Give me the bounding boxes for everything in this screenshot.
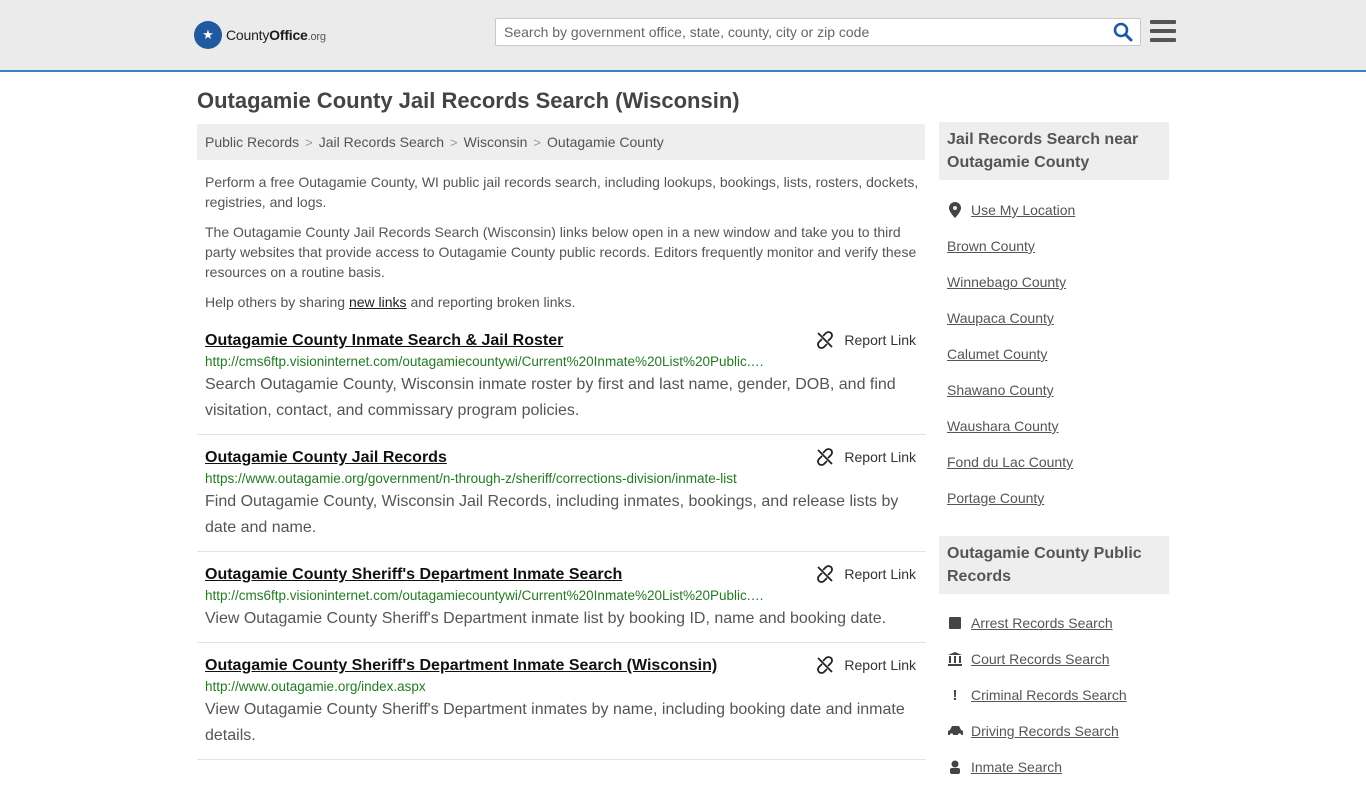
public-records-list: Arrest Records Search Court Records Sear… bbox=[947, 605, 1169, 785]
use-my-location-link[interactable]: Use My Location bbox=[971, 202, 1075, 218]
sidebar-item-county[interactable]: Shawano County bbox=[947, 372, 1169, 408]
square-icon bbox=[947, 617, 963, 629]
sidebar-item-county[interactable]: Portage County bbox=[947, 480, 1169, 516]
search-icon bbox=[1113, 22, 1133, 42]
result-description: Find Outagamie County, Wisconsin Jail Re… bbox=[205, 493, 899, 536]
eagle-seal-icon: ★ bbox=[194, 21, 222, 49]
nearby-heading: Jail Records Search near Outagamie Count… bbox=[939, 122, 1169, 180]
sidebar-item-inmate-search[interactable]: Inmate Search bbox=[947, 749, 1169, 785]
breadcrumb-public-records[interactable]: Public Records bbox=[205, 134, 299, 150]
search-input[interactable] bbox=[496, 19, 1106, 45]
result-title-link[interactable]: Outagamie County Sheriff's Department In… bbox=[205, 564, 622, 586]
site-header: ★ CountyOffice.org bbox=[0, 0, 1366, 72]
report-link-button[interactable]: Report Link bbox=[816, 448, 916, 466]
search-bar bbox=[495, 18, 1141, 46]
sidebar-item-arrest-records[interactable]: Arrest Records Search bbox=[947, 605, 1169, 641]
result-title-link[interactable]: Outagamie County Inmate Search & Jail Ro… bbox=[205, 330, 563, 352]
broken-link-icon bbox=[817, 565, 834, 583]
sidebar-item-county[interactable]: Winnebago County bbox=[947, 264, 1169, 300]
chevron-right-icon: > bbox=[305, 134, 313, 150]
result-item: Outagamie County Jail Records Report Lin… bbox=[197, 443, 926, 552]
broken-link-icon bbox=[817, 448, 834, 466]
sidebar-item-county[interactable]: Fond du Lac County bbox=[947, 444, 1169, 480]
hamburger-menu-icon[interactable] bbox=[1150, 20, 1176, 42]
breadcrumb-wisconsin[interactable]: Wisconsin bbox=[464, 134, 528, 150]
result-description: View Outagamie County Sheriff's Departme… bbox=[205, 610, 887, 627]
site-logo[interactable]: ★ CountyOffice.org bbox=[194, 20, 326, 50]
inmate-icon bbox=[947, 760, 963, 774]
new-links-link[interactable]: new links bbox=[349, 294, 407, 310]
sidebar-item-criminal-records[interactable]: ! Criminal Records Search bbox=[947, 677, 1169, 713]
sidebar-item-driving-records[interactable]: Driving Records Search bbox=[947, 713, 1169, 749]
map-pin-icon bbox=[947, 202, 963, 218]
intro-paragraph: Help others by sharing new links and rep… bbox=[205, 294, 576, 310]
breadcrumb-jail-records-search[interactable]: Jail Records Search bbox=[319, 134, 444, 150]
sidebar-item-county[interactable]: Waushara County bbox=[947, 408, 1169, 444]
use-my-location-item[interactable]: Use My Location bbox=[947, 192, 1169, 228]
intro-paragraph: The Outagamie County Jail Records Search… bbox=[205, 224, 917, 280]
broken-link-icon bbox=[817, 331, 834, 349]
courthouse-icon bbox=[947, 652, 963, 666]
result-item: Outagamie County Sheriff's Department In… bbox=[197, 651, 926, 760]
report-link-button[interactable]: Report Link bbox=[816, 565, 916, 583]
results-list: Outagamie County Inmate Search & Jail Ro… bbox=[197, 326, 926, 768]
report-link-button[interactable]: Report Link bbox=[816, 656, 916, 674]
nearby-counties-list: Use My Location Brown County Winnebago C… bbox=[947, 192, 1169, 516]
result-description: Search Outagamie County, Wisconsin inmat… bbox=[205, 376, 896, 419]
logo-text: CountyOffice.org bbox=[226, 27, 326, 43]
sidebar-item-county[interactable]: Calumet County bbox=[947, 336, 1169, 372]
result-description: View Outagamie County Sheriff's Departme… bbox=[205, 701, 905, 744]
result-item: Outagamie County Sheriff's Department In… bbox=[197, 560, 926, 643]
intro-paragraph: Perform a free Outagamie County, WI publ… bbox=[205, 174, 919, 210]
sidebar-item-county[interactable]: Brown County bbox=[947, 228, 1169, 264]
search-button[interactable] bbox=[1112, 22, 1134, 42]
report-link-button[interactable]: Report Link bbox=[816, 331, 916, 349]
result-title-link[interactable]: Outagamie County Sheriff's Department In… bbox=[205, 655, 717, 677]
chevron-right-icon: > bbox=[533, 134, 542, 150]
breadcrumb-outagamie-county[interactable]: Outagamie County bbox=[547, 134, 664, 150]
exclamation-icon: ! bbox=[952, 686, 958, 704]
result-item: Outagamie County Inmate Search & Jail Ro… bbox=[197, 326, 926, 435]
breadcrumb: Public Records > Jail Records Search > W… bbox=[197, 124, 925, 160]
car-icon bbox=[947, 725, 963, 737]
result-url: http://www.outagamie.org/index.aspx bbox=[205, 679, 426, 694]
result-url: http://cms6ftp.visioninternet.com/outaga… bbox=[205, 588, 765, 603]
chevron-right-icon: > bbox=[450, 134, 458, 150]
sidebar-item-court-records[interactable]: Court Records Search bbox=[947, 641, 1169, 677]
broken-link-icon bbox=[817, 656, 834, 674]
public-records-heading: Outagamie County Public Records bbox=[939, 536, 1169, 594]
page-title: Outagamie County Jail Records Search (Wi… bbox=[197, 88, 740, 113]
sidebar-item-county[interactable]: Waupaca County bbox=[947, 300, 1169, 336]
result-url: http://cms6ftp.visioninternet.com/outaga… bbox=[205, 354, 765, 369]
result-url: https://www.outagamie.org/government/n-t… bbox=[205, 471, 737, 486]
result-title-link[interactable]: Outagamie County Jail Records bbox=[205, 447, 447, 469]
intro-text: Perform a free Outagamie County, WI publ… bbox=[205, 172, 920, 322]
